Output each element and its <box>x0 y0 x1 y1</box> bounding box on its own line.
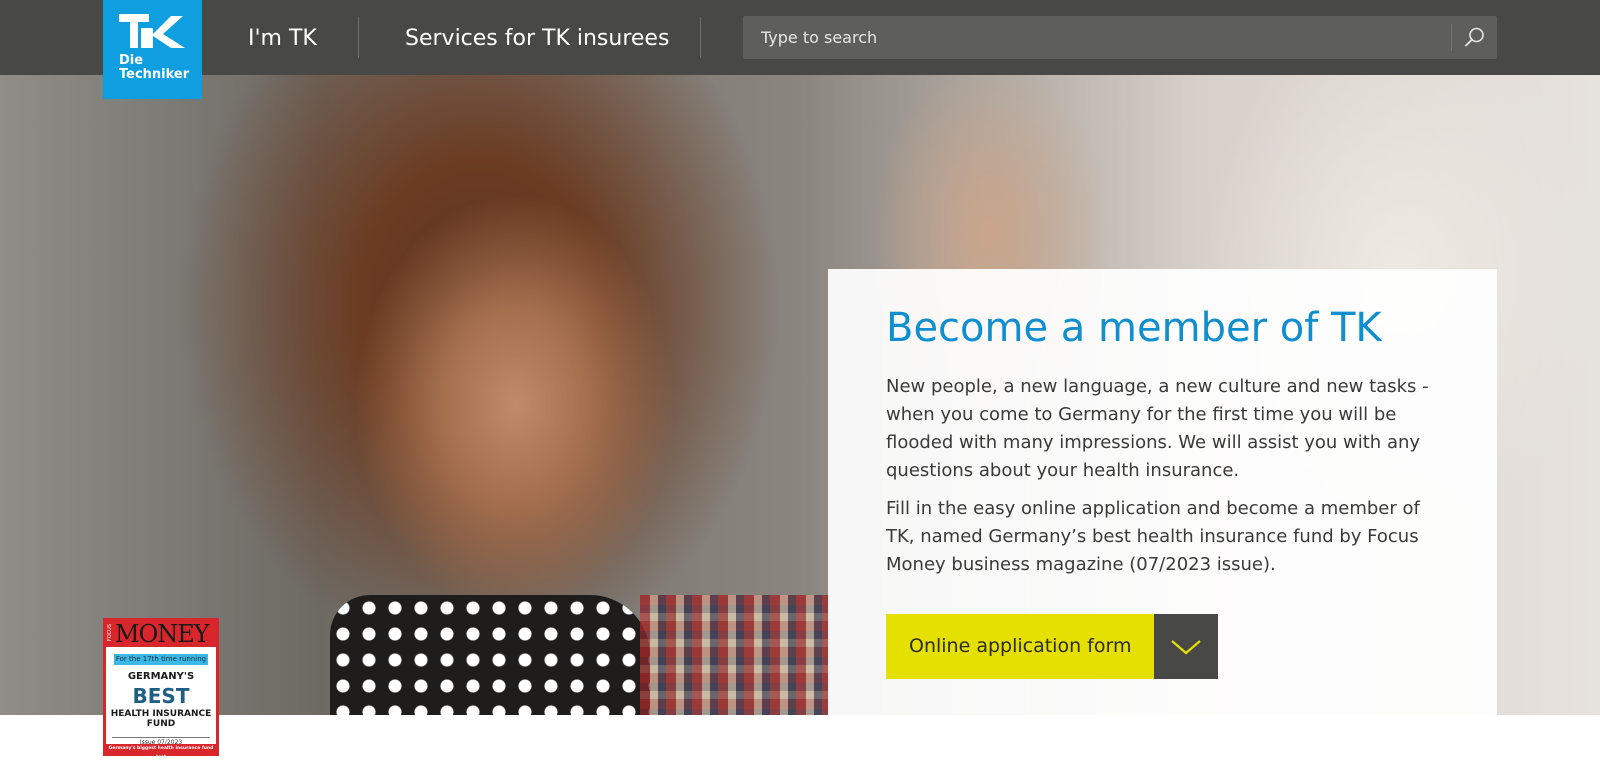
nav-services-for-insurees[interactable]: Services for TK insurees <box>405 22 669 56</box>
badge-line3: HEALTH INSURANCE FUND <box>106 709 216 729</box>
application-paragraph: Fill in the easy online application and … <box>886 498 1420 575</box>
tk-logo[interactable]: Die Techniker <box>103 0 202 99</box>
application-dropdown-toggle[interactable] <box>1154 614 1218 679</box>
focus-money-award-badge: FOCUS MONEY For the 17th time running GE… <box>103 618 219 760</box>
tk-logo-icon <box>119 14 185 48</box>
badge-line3a: HEALTH INSURANCE <box>110 709 212 719</box>
search-bar <box>743 16 1497 59</box>
intro-paragraph: New people, a new language, a new cultur… <box>886 376 1429 481</box>
nav-divider <box>358 17 359 58</box>
badge-streak: For the 17th time running <box>114 654 208 665</box>
logo-wordmark: Die Techniker <box>119 54 189 82</box>
nav-divider <box>700 17 701 58</box>
page-title: Become a member of TK <box>886 305 1382 351</box>
top-header: Die Techniker I'm TK Services for TK ins… <box>0 0 1600 99</box>
badge-line2: BEST <box>132 684 190 708</box>
badge-line1: GERMANY'S <box>127 671 195 682</box>
chevron-down-icon <box>1171 640 1201 655</box>
nav-im-tk[interactable]: I'm TK <box>248 22 317 56</box>
hero-banner: Become a member of TK New people, a new … <box>0 75 1600 715</box>
badge-footer: Germany's biggest health insurance fund … <box>106 744 216 760</box>
membership-panel: Become a member of TK New people, a new … <box>828 269 1497 715</box>
badge-brand-small: FOCUS <box>107 624 113 642</box>
search-icon <box>1465 27 1484 47</box>
logo-text-line1: Die <box>119 53 144 68</box>
online-application-button[interactable]: Online application form <box>886 614 1218 679</box>
badge-line3b: FUND <box>146 719 176 729</box>
logo-text-line2: Techniker <box>119 67 190 82</box>
badge-masthead: FOCUS MONEY <box>106 621 216 647</box>
badge-brand: MONEY <box>115 620 210 648</box>
online-application-label: Online application form <box>909 635 1132 657</box>
search-input[interactable] <box>743 16 1461 59</box>
hero-photo-detail <box>330 595 650 715</box>
search-button[interactable] <box>1452 16 1497 59</box>
hero-photo-detail <box>640 595 830 715</box>
